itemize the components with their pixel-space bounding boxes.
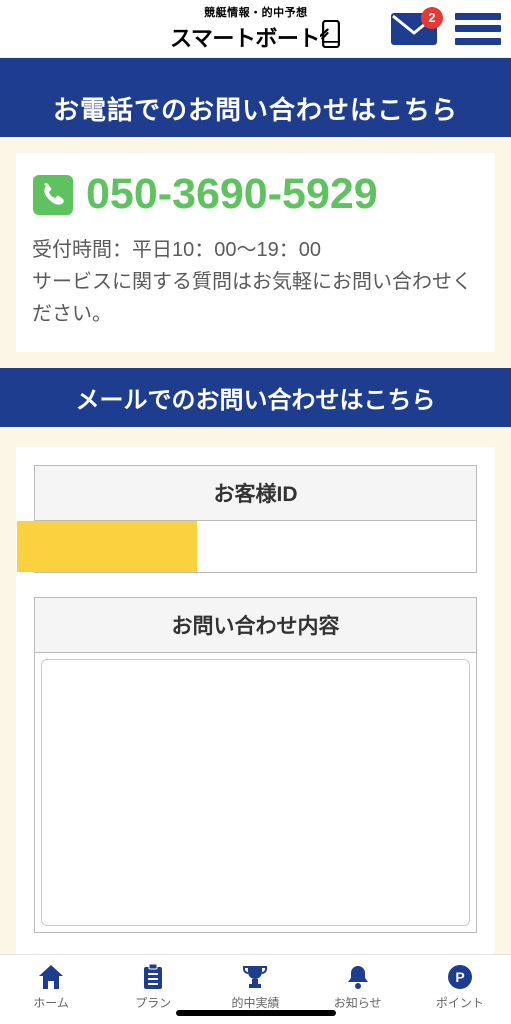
nav-plan[interactable]: プラン <box>102 963 204 1011</box>
mail-button[interactable]: 2 <box>387 9 441 49</box>
phone-card: 050-3690-5929 受付時間：平日10：00～19：00 サービスに関す… <box>16 153 495 352</box>
home-icon <box>36 963 66 991</box>
home-indicator <box>176 1010 336 1016</box>
nav-home[interactable]: ホーム <box>0 963 102 1011</box>
inquiry-content-label: お問い合わせ内容 <box>34 597 477 653</box>
menu-button[interactable] <box>455 9 501 49</box>
phone-number-link[interactable]: 050-3690-5929 <box>32 173 479 216</box>
id-censor-overlay <box>17 521 197 572</box>
phone-section: 050-3690-5929 受付時間：平日10：00～19：00 サービスに関す… <box>0 137 511 368</box>
bottom-nav: ホーム プラン 的中実績 お知らせ P ポイント <box>0 954 511 1024</box>
smartphone-icon <box>320 20 342 54</box>
phone-section-heading: お電話でのお問い合わせはこちら <box>0 74 511 137</box>
mail-section-heading: メールでのお問い合わせはこちら <box>0 368 511 427</box>
reception-hours: 受付時間：平日10：00～19：00 サービスに関する質問はお気軽にお問い合わせ… <box>32 234 479 330</box>
phone-number-text: 050-3690-5929 <box>86 173 378 216</box>
customer-id-label: お客様ID <box>34 465 477 521</box>
nav-notice[interactable]: お知らせ <box>307 963 409 1011</box>
point-icon: P <box>445 963 475 991</box>
inquiry-textarea[interactable] <box>41 659 470 926</box>
customer-id-field-row <box>34 521 477 573</box>
nav-results[interactable]: 的中実績 <box>204 963 306 1011</box>
svg-text:P: P <box>455 969 464 985</box>
clipboard-icon <box>138 963 168 991</box>
notification-badge: 2 <box>421 7 443 29</box>
logo-tagline: 競艇情報・的中予想 <box>204 4 308 20</box>
phone-icon <box>32 174 74 216</box>
mail-form-section: お客様ID お問い合わせ内容 <box>0 427 511 1001</box>
inquiry-textarea-wrap <box>34 653 477 933</box>
nav-point[interactable]: P ポイント <box>409 963 511 1011</box>
cutoff-blue-bar <box>0 58 511 74</box>
logo-main: スマートボート <box>170 20 342 54</box>
header-bar: 競艇情報・的中予想 スマートボート 2 <box>0 0 511 58</box>
site-logo[interactable]: 競艇情報・的中予想 スマートボート <box>170 4 342 54</box>
trophy-icon <box>240 963 270 991</box>
mail-form-card: お客様ID お問い合わせ内容 <box>16 447 495 1001</box>
bell-icon <box>343 963 373 991</box>
